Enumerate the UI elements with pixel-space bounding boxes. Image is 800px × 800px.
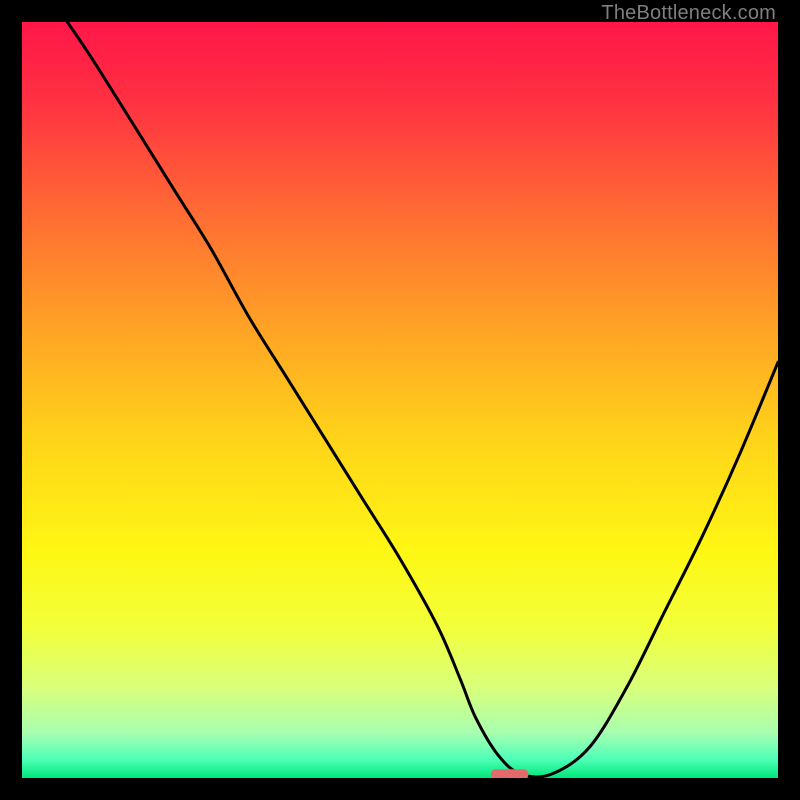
curve-layer <box>22 22 778 778</box>
optimal-marker <box>491 769 529 778</box>
bottleneck-chart: TheBottleneck.com <box>0 0 800 800</box>
bottleneck-curve <box>67 22 778 777</box>
watermark-text: TheBottleneck.com <box>601 2 776 25</box>
plot-area <box>22 22 778 778</box>
